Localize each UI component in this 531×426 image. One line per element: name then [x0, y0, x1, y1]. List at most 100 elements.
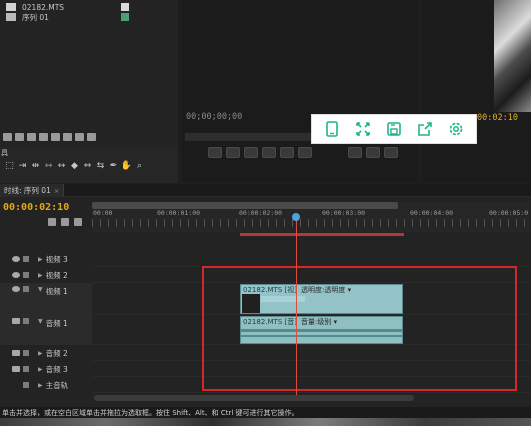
track-header-audio2[interactable]: ▶ 音频 2 — [0, 345, 92, 361]
eye-icon[interactable] — [12, 256, 20, 262]
tools-row: ⬚ ⇥ ⇹ ⇿ ↔ ◆ ⇔ ⇆ ✒ ✋ ⌕ — [4, 159, 174, 173]
snap-icon[interactable] — [48, 218, 56, 226]
find-icon[interactable] — [39, 133, 48, 141]
track-label: 音频 3 — [45, 364, 68, 374]
timeline-tab-bar — [0, 184, 531, 197]
playhead-line[interactable] — [296, 218, 297, 398]
step-forward-button[interactable] — [280, 147, 294, 158]
speaker-icon[interactable] — [12, 366, 20, 372]
pen-tool-icon[interactable]: ✒ — [108, 161, 119, 172]
program-preview-frame — [494, 0, 531, 112]
highlight-annotation-box — [202, 266, 517, 391]
marker-icon[interactable] — [61, 218, 69, 226]
lock-icon[interactable] — [23, 382, 29, 388]
tab-label: 时线: 序列 01 — [4, 186, 51, 195]
track-header-video3[interactable]: ▶ 视频 3 — [0, 251, 92, 267]
status-bar: 单击并选择，或在空白区域单击并拖拉为选取框。按住 Shift、Alt、和 Ctr… — [0, 407, 531, 418]
speaker-icon[interactable] — [12, 350, 20, 356]
tab-sequence-01[interactable]: 时线: 序列 01 × — [0, 184, 65, 197]
phone-icon[interactable] — [322, 119, 342, 139]
icon-view-icon[interactable] — [15, 133, 24, 141]
automate-icon[interactable] — [27, 133, 36, 141]
work-area-bar[interactable] — [240, 233, 404, 236]
eye-icon[interactable] — [12, 286, 20, 292]
track-label: 主音轨 — [45, 380, 69, 390]
close-icon[interactable]: × — [54, 187, 59, 195]
export-frame-button[interactable] — [384, 147, 398, 158]
timeline-timecode[interactable]: 00:00:02:10 — [3, 202, 69, 213]
expand-triangle-icon[interactable]: ▶ — [38, 366, 43, 373]
track-header-audio1[interactable]: ▼ 音频 1 — [0, 315, 92, 345]
expand-triangle-icon[interactable]: ▶ — [38, 382, 43, 389]
ripple-edit-tool-icon[interactable]: ⇹ — [30, 161, 41, 172]
viewing-area-bar[interactable] — [92, 202, 398, 209]
add-marker-icon[interactable] — [74, 218, 82, 226]
ruler-label: 00:00:02:00 — [239, 209, 283, 217]
track-header-audio3[interactable]: ▶ 音频 3 — [0, 361, 92, 377]
project-item-name: 序列 01 — [22, 12, 49, 22]
ruler-ticks — [92, 219, 531, 227]
timeline-scrollbar[interactable] — [94, 395, 414, 401]
insert-button[interactable] — [348, 147, 362, 158]
track-header-video2[interactable]: ▶ 视频 2 — [0, 267, 92, 283]
share-icon[interactable] — [415, 119, 435, 139]
play-button[interactable] — [262, 147, 276, 158]
label-color-swatch — [121, 13, 129, 21]
save-icon[interactable] — [384, 119, 404, 139]
rolling-edit-tool-icon[interactable]: ⇿ — [43, 161, 54, 172]
track-label: 视频 3 — [45, 254, 68, 264]
playhead-handle[interactable] — [292, 213, 300, 221]
collapse-triangle-icon[interactable]: ▼ — [38, 286, 43, 293]
collapse-triangle-icon[interactable]: ▼ — [38, 318, 43, 325]
lock-icon[interactable] — [23, 272, 29, 278]
selection-tool-icon[interactable]: ⬚ — [4, 161, 15, 172]
floating-share-toolbar — [311, 114, 477, 144]
lock-icon[interactable] — [23, 256, 29, 262]
razor-tool-icon[interactable]: ◆ — [69, 161, 80, 172]
track-label: 视频 2 — [45, 270, 68, 280]
source-timecode: 00;00;00;00 — [186, 112, 243, 122]
empty-slot — [12, 382, 20, 388]
track-label: 音频 1 — [45, 319, 68, 328]
speaker-icon[interactable] — [12, 318, 20, 324]
rate-stretch-tool-icon[interactable]: ↔ — [56, 161, 67, 172]
track-header-video1[interactable]: ▼ 视频 1 — [0, 283, 92, 315]
lock-icon[interactable] — [23, 366, 29, 372]
eye-icon[interactable] — [12, 272, 20, 278]
track-select-tool-icon[interactable]: ⇥ — [17, 161, 28, 172]
timeline-controls — [48, 218, 82, 226]
lock-icon[interactable] — [23, 318, 29, 324]
new-bin-icon[interactable] — [51, 133, 60, 141]
step-back-button[interactable] — [244, 147, 258, 158]
overlay-button[interactable] — [366, 147, 380, 158]
ruler-label: 00:00:01:00 — [157, 209, 201, 217]
list-view-icon[interactable] — [3, 133, 12, 141]
lock-icon[interactable] — [23, 286, 29, 292]
loop-button[interactable] — [298, 147, 312, 158]
fullscreen-icon[interactable] — [353, 119, 373, 139]
ruler-label: 00:00:04:00 — [410, 209, 454, 217]
mark-in-button[interactable] — [208, 147, 222, 158]
track-lane-video3[interactable] — [92, 251, 531, 267]
track-header-master[interactable]: ▶ 主音轨 — [0, 377, 92, 393]
new-item-icon[interactable] — [63, 133, 72, 141]
slip-tool-icon[interactable]: ⇔ — [82, 161, 93, 172]
transport-controls — [208, 145, 408, 167]
lock-icon[interactable] — [23, 350, 29, 356]
program-timecode: 00:02:10 — [477, 113, 518, 123]
clear-icon[interactable] — [87, 133, 96, 141]
hand-tool-icon[interactable]: ✋ — [121, 161, 132, 172]
settings-icon[interactable] — [446, 119, 466, 139]
tools-panel-title: 具 — [1, 149, 8, 157]
expand-triangle-icon[interactable]: ▶ — [38, 256, 43, 263]
zoom-tool-icon[interactable]: ⌕ — [134, 161, 145, 172]
delete-icon[interactable] — [75, 133, 84, 141]
expand-triangle-icon[interactable]: ▶ — [38, 272, 43, 279]
expand-triangle-icon[interactable]: ▶ — [38, 350, 43, 357]
project-item-sequence[interactable]: 序列 01 — [0, 10, 178, 24]
mark-out-button[interactable] — [226, 147, 240, 158]
track-label: 视频 1 — [45, 287, 68, 296]
slide-tool-icon[interactable]: ⇆ — [95, 161, 106, 172]
taskbar-strip — [0, 418, 531, 426]
status-text: 单击并选择，或在空白区域单击并拖拉为选取框。按住 Shift、Alt、和 Ctr… — [2, 408, 299, 417]
